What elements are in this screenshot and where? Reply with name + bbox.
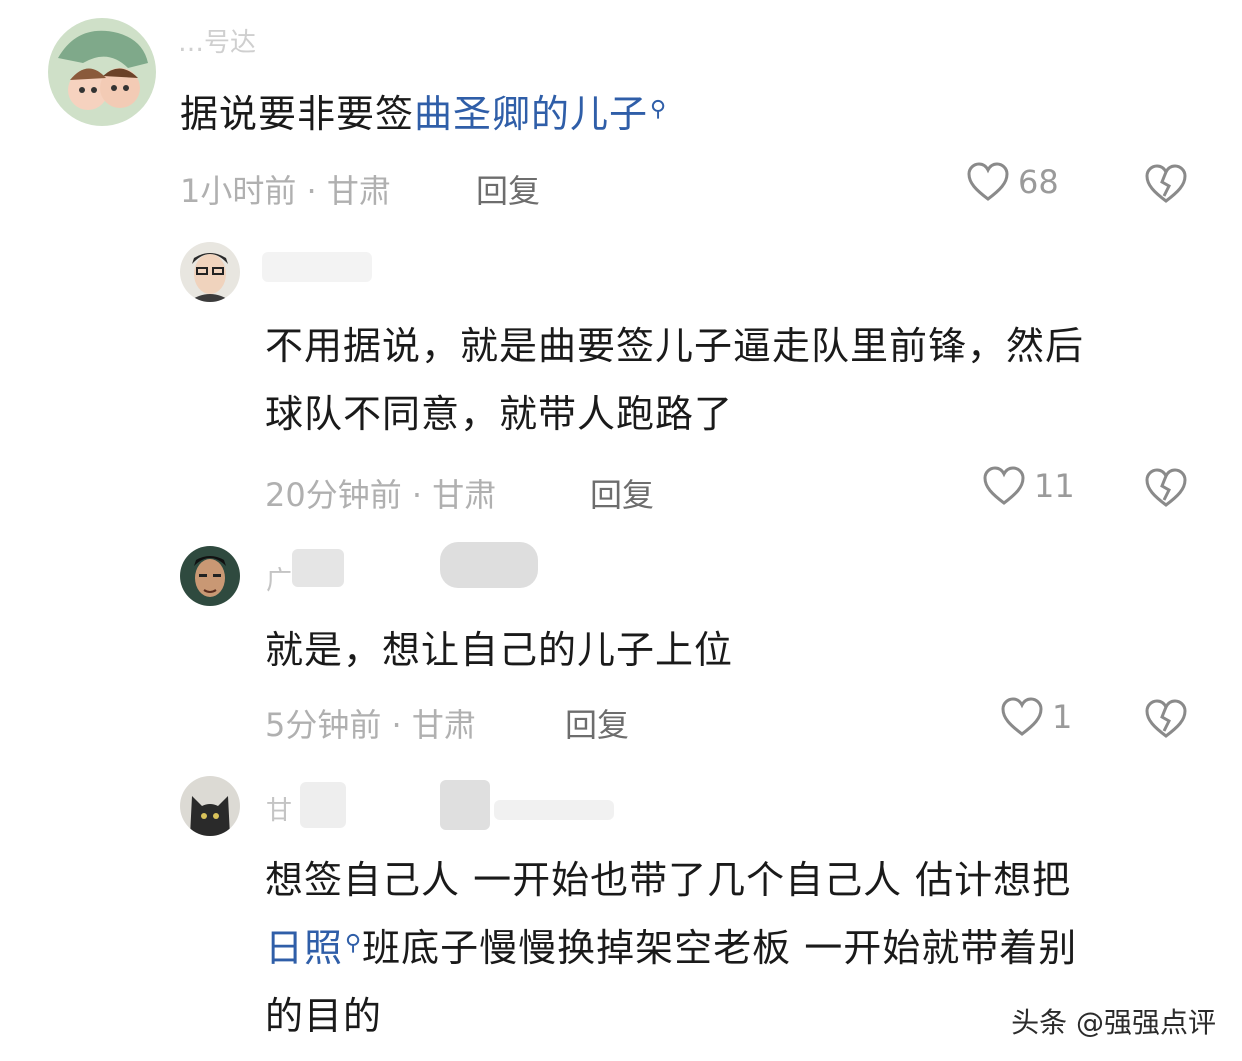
comment-line: 日照⚲班底子慢慢换掉架空老板 一开始就带着别	[265, 914, 1077, 982]
comment-text: 据说要非要签曲圣卿的儿子⚲	[180, 80, 667, 148]
avatar[interactable]	[180, 242, 240, 302]
username-redacted	[494, 800, 614, 820]
username-redacted	[300, 782, 346, 828]
dislike-button[interactable]	[1144, 699, 1188, 743]
avatar[interactable]	[180, 546, 240, 606]
username[interactable]: …号达	[178, 22, 256, 59]
comment-meta: 5分钟前 · 甘肃	[265, 706, 476, 744]
comment-meta: 1小时前 · 甘肃	[180, 172, 391, 210]
search-link[interactable]: 日照	[265, 926, 343, 970]
username[interactable]: 甘	[266, 790, 292, 827]
username-redacted	[440, 780, 490, 830]
username-redacted	[292, 549, 344, 587]
broken-heart-icon	[1145, 468, 1187, 507]
username-redacted	[440, 542, 538, 588]
username[interactable]: 广	[266, 560, 292, 597]
broken-heart-icon	[1145, 699, 1187, 738]
reply-button[interactable]: 回复	[476, 166, 540, 212]
like-count: 1	[1052, 698, 1073, 736]
avatar[interactable]	[180, 776, 240, 836]
like-count: 11	[1034, 467, 1075, 505]
comment-text: 想签自己人 一开始也带了几个自己人 估计想把 日照⚲班底子慢慢换掉架空老板 一开…	[265, 846, 1077, 1050]
comment-text-plain: 据说要非要签	[180, 92, 415, 136]
watermark: 头条 @强强点评	[1011, 1006, 1216, 1039]
reply-button[interactable]: 回复	[565, 700, 629, 746]
comment-line: 球队不同意，就带人跑路了	[265, 392, 734, 436]
dislike-button[interactable]	[1144, 468, 1188, 512]
like-button[interactable]: 1	[1000, 697, 1072, 737]
heart-icon	[967, 162, 1009, 201]
comment-line: 就是，想让自己的儿子上位	[265, 628, 734, 672]
like-count: 68	[1018, 163, 1059, 201]
search-icon[interactable]: ⚲	[650, 76, 667, 144]
broken-heart-icon	[1145, 164, 1187, 203]
heart-icon	[983, 466, 1025, 505]
username-redacted	[262, 252, 372, 282]
like-button[interactable]: 68	[966, 162, 1059, 202]
reply-button[interactable]: 回复	[590, 470, 654, 516]
dislike-button[interactable]	[1144, 164, 1188, 208]
search-link[interactable]: 曲圣卿的儿子	[414, 92, 648, 136]
comment-meta: 20分钟前 · 甘肃	[265, 476, 497, 514]
search-icon[interactable]: ⚲	[345, 910, 362, 978]
heart-icon	[1001, 697, 1043, 736]
comment-line: 不用据说，就是曲要签儿子逼走队里前锋，然后	[265, 324, 1085, 368]
comment-text: 就是，想让自己的儿子上位	[265, 616, 733, 684]
comment-text: 不用据说，就是曲要签儿子逼走队里前锋，然后 球队不同意，就带人跑路了	[265, 312, 1084, 448]
comment-line: 的目的	[265, 994, 383, 1038]
comment-line: 想签自己人 一开始也带了几个自己人 估计想把	[265, 858, 1072, 902]
like-button[interactable]: 11	[982, 466, 1075, 506]
avatar[interactable]	[48, 18, 156, 126]
comment-text-rest: 班底子慢慢换掉架空老板 一开始就带着别	[362, 926, 1078, 970]
